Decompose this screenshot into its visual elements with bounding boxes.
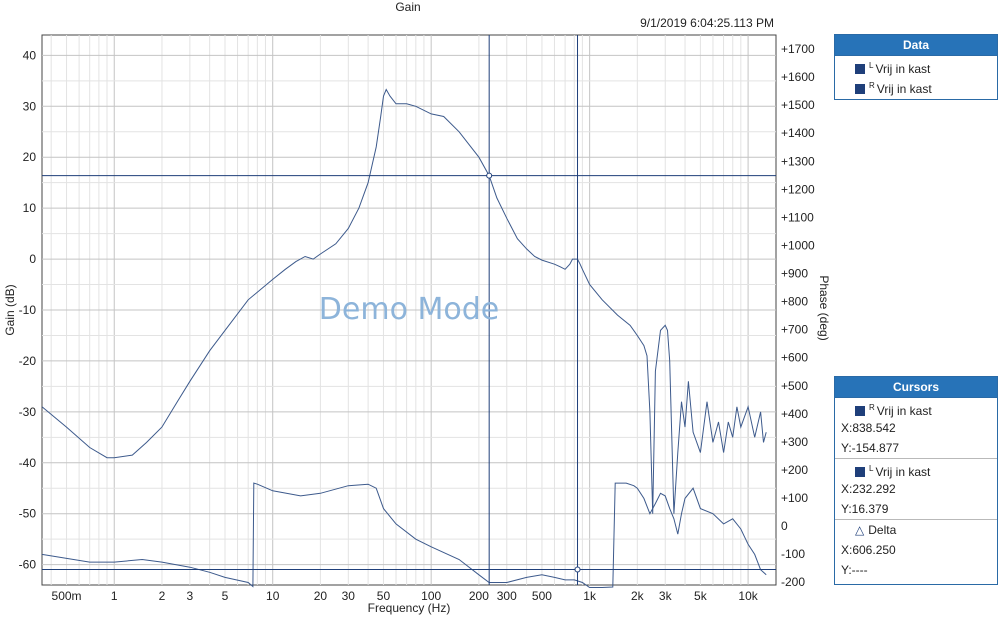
delta-icon: △ xyxy=(855,523,865,537)
y2-tick-label: 0 xyxy=(781,519,788,533)
cursor-r-marker xyxy=(574,566,581,573)
cursors-panel: Cursors R Vrij in kast X:838.542 Y:-154.8… xyxy=(834,376,998,585)
y2-tick-label: +1400 xyxy=(781,126,815,140)
y-tick-label: -20 xyxy=(19,354,37,368)
legend-panel-title: Data xyxy=(835,35,997,56)
x-tick-label: 30 xyxy=(342,589,356,603)
y-tick-label: 30 xyxy=(23,99,37,113)
y2-tick-label: -100 xyxy=(781,547,805,561)
channel-tag: R xyxy=(869,403,875,412)
y-tick-label: 0 xyxy=(29,252,36,266)
y-axis-label: Gain (dB) xyxy=(3,284,17,335)
legend-panel: Data L Vrij in kast R Vrij in kast xyxy=(834,34,998,100)
cursor1-x: X:838.542 xyxy=(841,421,896,435)
x-tick-label: 3 xyxy=(187,589,194,603)
y2-tick-label: +100 xyxy=(781,491,808,505)
y2-tick-label: +1700 xyxy=(781,42,815,56)
x-tick-label: 10k xyxy=(738,589,758,603)
y2-tick-label: +400 xyxy=(781,407,808,421)
cursor1-y: Y:-154.877 xyxy=(841,441,900,455)
timestamp: 9/1/2019 6:04:25.113 PM xyxy=(640,16,774,30)
y2-tick-label: +1100 xyxy=(781,210,814,224)
x-tick-label: 1k xyxy=(583,589,597,603)
legend-item-label: Vrij in kast xyxy=(876,82,932,96)
y-tick-label: 20 xyxy=(23,150,37,164)
delta-label: Delta xyxy=(868,523,897,537)
legend-item-label: Vrij in kast xyxy=(875,62,931,76)
x-tick-label: 1 xyxy=(111,589,118,603)
y2-tick-label: +1000 xyxy=(781,238,815,252)
cursor2-header[interactable]: L Vrij in kast xyxy=(835,458,997,479)
series-swatch-icon xyxy=(855,84,865,94)
x-axis-label: Frequency (Hz) xyxy=(368,601,451,615)
y2-tick-label: +600 xyxy=(781,351,808,365)
delta-header[interactable]: △ Delta xyxy=(835,519,997,540)
y2-tick-label: +800 xyxy=(781,295,808,309)
y-tick-label: 10 xyxy=(23,201,37,215)
x-tick-label: 3k xyxy=(659,589,673,603)
x-tick-label: 5k xyxy=(694,589,708,603)
x-tick-label: 2 xyxy=(159,589,166,603)
y2-tick-label: +1500 xyxy=(781,98,815,112)
y-tick-label: 40 xyxy=(23,48,37,62)
series-swatch-icon xyxy=(855,467,865,477)
x-tick-label: 500m xyxy=(52,589,82,603)
x-tick-label: 500 xyxy=(532,589,552,603)
cursor-l-marker xyxy=(486,172,493,179)
y2-tick-label: +1200 xyxy=(781,182,815,196)
channel-tag: R xyxy=(869,81,875,90)
y2-tick-label: +900 xyxy=(781,267,808,281)
y-tick-label: -30 xyxy=(19,405,37,419)
x-tick-label: 200 xyxy=(469,589,489,603)
y-tick-label: -60 xyxy=(19,558,37,572)
delta-y: Y:---- xyxy=(841,563,868,577)
watermark: Demo Mode xyxy=(319,292,499,327)
legend-item-r[interactable]: R Vrij in kast xyxy=(835,76,997,96)
y2-tick-label: +200 xyxy=(781,463,808,477)
x-tick-label: 10 xyxy=(266,589,280,603)
x-tick-label: 5 xyxy=(222,589,229,603)
x-tick-label: 2k xyxy=(631,589,645,603)
channel-tag: L xyxy=(869,464,874,473)
y2-tick-label: +700 xyxy=(781,323,808,337)
cursor1-label: Vrij in kast xyxy=(876,404,932,418)
delta-x: X:606.250 xyxy=(841,543,896,557)
cursors-panel-title: Cursors xyxy=(835,377,997,398)
y2-axis-label: Phase (deg) xyxy=(817,275,831,340)
y-tick-label: -50 xyxy=(19,507,37,521)
series-swatch-icon xyxy=(855,406,865,416)
y2-tick-label: -200 xyxy=(781,575,805,589)
y-tick-label: -40 xyxy=(19,456,37,470)
y-tick-label: -10 xyxy=(19,303,37,317)
legend-item-l[interactable]: L Vrij in kast xyxy=(835,56,997,76)
cursor1-header[interactable]: R Vrij in kast xyxy=(835,398,997,418)
y2-tick-label: +1600 xyxy=(781,70,815,84)
cursor2-y: Y:16.379 xyxy=(841,502,889,516)
y2-tick-label: +300 xyxy=(781,435,808,449)
y2-tick-label: +1300 xyxy=(781,154,815,168)
cursor2-label: Vrij in kast xyxy=(875,465,931,479)
y2-tick-label: +500 xyxy=(781,379,808,393)
channel-tag: L xyxy=(869,61,874,70)
series-swatch-icon xyxy=(855,64,865,74)
x-tick-label: 300 xyxy=(497,589,517,603)
chart-title: Gain xyxy=(395,0,420,14)
x-tick-label: 20 xyxy=(314,589,328,603)
cursor2-x: X:232.292 xyxy=(841,482,896,496)
